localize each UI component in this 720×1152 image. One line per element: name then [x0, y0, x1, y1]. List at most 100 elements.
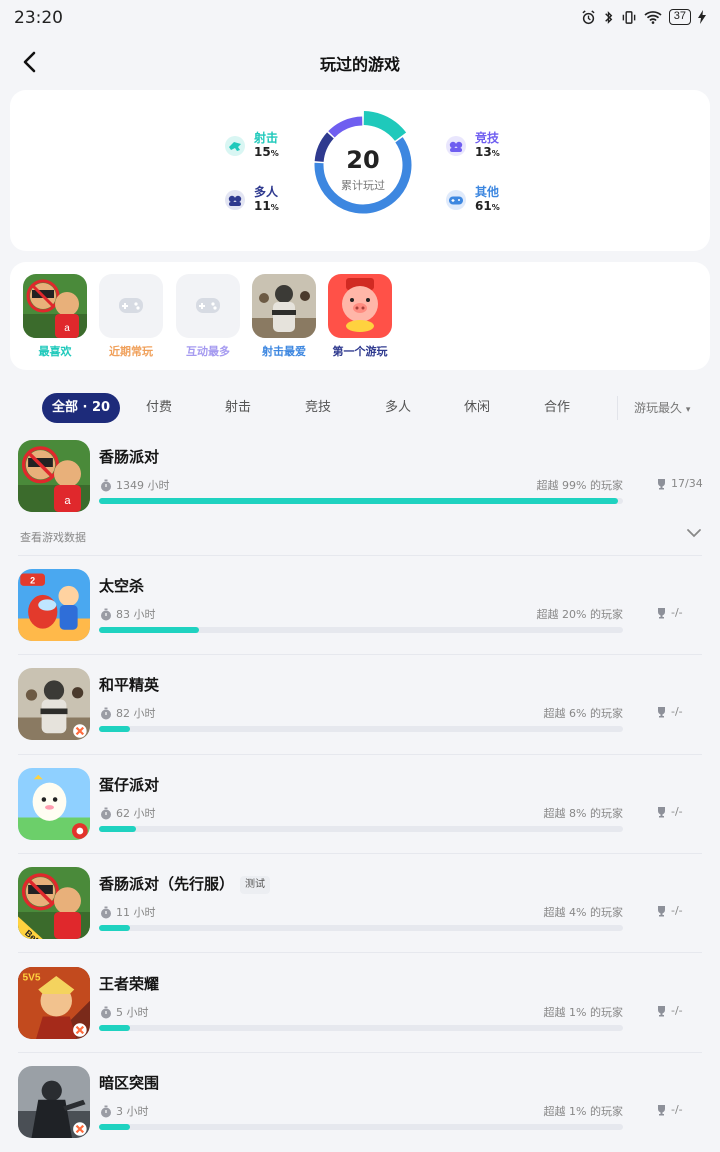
game-trophy-count: 17/34	[671, 477, 703, 490]
highlights-card: a 最喜欢 近期常玩 互动最多 射击最爱 第一个游玩	[10, 262, 710, 370]
multiplayer-category-icon	[225, 190, 245, 210]
tab-shooting[interactable]: 射击	[214, 393, 262, 423]
chevron-down-icon[interactable]	[686, 526, 702, 540]
highlight-shooting[interactable]: 射击最爱	[252, 274, 316, 359]
tab-multiplayer[interactable]: 多人	[374, 393, 422, 423]
charging-icon	[698, 10, 706, 24]
wifi-icon	[644, 11, 662, 24]
highlight-favorite-label: 最喜欢	[38, 345, 72, 358]
game-hours: 3 小时	[116, 1105, 149, 1118]
game-trophy-count: -/-	[671, 705, 683, 718]
honor-of-kings-thumb: 5V5	[18, 967, 90, 1039]
game-row[interactable]: 和平精英 82 小时 超越 6% 的玩家 -/-	[0, 668, 720, 768]
play-time-progress	[99, 1124, 623, 1130]
stat-other-percent: 61	[475, 199, 492, 213]
tab-casual[interactable]: 休闲	[453, 393, 501, 423]
trophy-icon	[658, 806, 665, 817]
game-name: 香肠派对（先行服）	[99, 875, 235, 893]
stat-competitive: 竞技 13%	[445, 131, 500, 161]
peace-elite-thumb	[252, 274, 316, 338]
chevron-down-icon: ▾	[685, 405, 691, 415]
category-tabs: 全部 · 20 付费 射击 竞技 多人 休闲 合作 游玩最久 ▾	[0, 390, 720, 426]
game-beat-percent: 超越 1% 的玩家	[543, 1006, 623, 1019]
sausage-man-thumb: a	[23, 274, 87, 338]
game-hours: 83 小时	[116, 608, 156, 621]
trophy-icon	[658, 1104, 665, 1115]
shooting-category-icon	[225, 136, 245, 156]
game-hours: 1349 小时	[116, 479, 170, 492]
total-games-count: 20	[346, 146, 380, 174]
highlight-recent-label: 近期常玩	[109, 345, 153, 358]
gamepad-category-icon	[446, 190, 466, 210]
row-divider	[18, 654, 702, 655]
row-divider	[18, 754, 702, 755]
stopwatch-icon	[101, 479, 111, 491]
game-hours: 11 小时	[116, 906, 156, 919]
total-games-label: 累计玩过	[341, 179, 385, 192]
svg-text:a: a	[64, 323, 70, 334]
game-beat-percent: 超越 4% 的玩家	[543, 906, 623, 919]
game-hours: 62 小时	[116, 807, 156, 820]
game-beat-percent: 超越 6% 的玩家	[543, 707, 623, 720]
space-kill-thumb: 2	[18, 569, 90, 641]
sort-dropdown[interactable]: 游玩最久 ▾	[634, 399, 690, 416]
sausage-man-beta-thumb: Beta	[18, 867, 90, 939]
sausage-man-thumb: a	[18, 440, 90, 512]
stat-shooting: 射击 15%	[224, 131, 279, 161]
bluetooth-icon	[604, 10, 613, 24]
test-badge: 测试	[240, 876, 271, 894]
header: 玩过的游戏	[0, 40, 720, 84]
progress-fill	[99, 627, 199, 633]
game-row[interactable]: a 香肠派对 1349 小时 超越 99% 的玩家 17/34	[0, 440, 720, 540]
tab-paid[interactable]: 付费	[135, 393, 183, 423]
stat-multiplayer-name: 多人	[254, 185, 279, 199]
play-time-progress	[99, 925, 623, 931]
stat-other-name: 其他	[475, 185, 500, 199]
battery-level: 37	[668, 9, 691, 25]
donut-segment-competitive	[328, 116, 363, 138]
game-trophy-count: -/-	[671, 904, 683, 917]
highlight-first[interactable]: 第一个游玩	[328, 274, 392, 359]
game-trophy-count: -/-	[671, 1004, 683, 1017]
status-icons: 37	[581, 9, 706, 25]
progress-fill	[99, 726, 131, 732]
view-game-data-link[interactable]: 查看游戏数据	[20, 529, 86, 545]
stat-other: 其他 61%	[445, 185, 500, 215]
row-divider	[18, 1052, 702, 1053]
play-time-progress	[99, 498, 623, 504]
game-beat-percent: 超越 99% 的玩家	[536, 479, 623, 492]
play-time-progress	[99, 726, 623, 732]
svg-text:2: 2	[30, 576, 35, 586]
highlight-first-label: 第一个游玩	[332, 345, 388, 358]
status-time: 23:20	[14, 8, 63, 28]
game-row[interactable]: 暗区突围 3 小时 超越 1% 的玩家 -/-	[0, 1066, 720, 1152]
stat-multiplayer: 多人 11%	[224, 185, 279, 215]
stopwatch-icon	[101, 707, 111, 719]
stat-competitive-percent: 13	[475, 145, 492, 159]
game-beat-percent: 超越 8% 的玩家	[543, 807, 623, 820]
game-beat-percent: 超越 20% 的玩家	[536, 608, 623, 621]
game-name: 蛋仔派对	[99, 776, 160, 794]
trophy-icon	[658, 1005, 665, 1016]
competitive-category-icon	[446, 136, 466, 156]
game-name: 暗区突围	[99, 1074, 160, 1092]
stopwatch-icon	[101, 1105, 111, 1117]
row-divider	[18, 555, 702, 556]
tab-competitive[interactable]: 竞技	[294, 393, 342, 423]
tab-coop[interactable]: 合作	[533, 393, 581, 423]
arena-breakout-thumb	[18, 1066, 90, 1138]
svg-text:a: a	[64, 495, 71, 507]
highlight-interaction-label: 互动最多	[186, 345, 230, 358]
game-trophy-count: -/-	[671, 606, 683, 619]
status-bar: 23:20 37	[0, 0, 720, 38]
stat-shooting-name: 射击	[254, 131, 279, 145]
row-divider	[18, 853, 702, 854]
stats-card: 射击 15% 多人 11% 竞技 13% 其他 61% 20 累计玩过	[10, 90, 710, 251]
highlight-recent[interactable]: 近期常玩	[99, 274, 163, 359]
highlight-favorite[interactable]: a 最喜欢	[23, 274, 87, 359]
tab-all[interactable]: 全部 · 20	[42, 393, 121, 423]
highlight-interaction[interactable]: 互动最多	[176, 274, 240, 359]
trophy-icon	[658, 478, 665, 489]
highlight-shooting-label: 射击最爱	[262, 345, 306, 358]
play-time-progress	[99, 627, 623, 633]
